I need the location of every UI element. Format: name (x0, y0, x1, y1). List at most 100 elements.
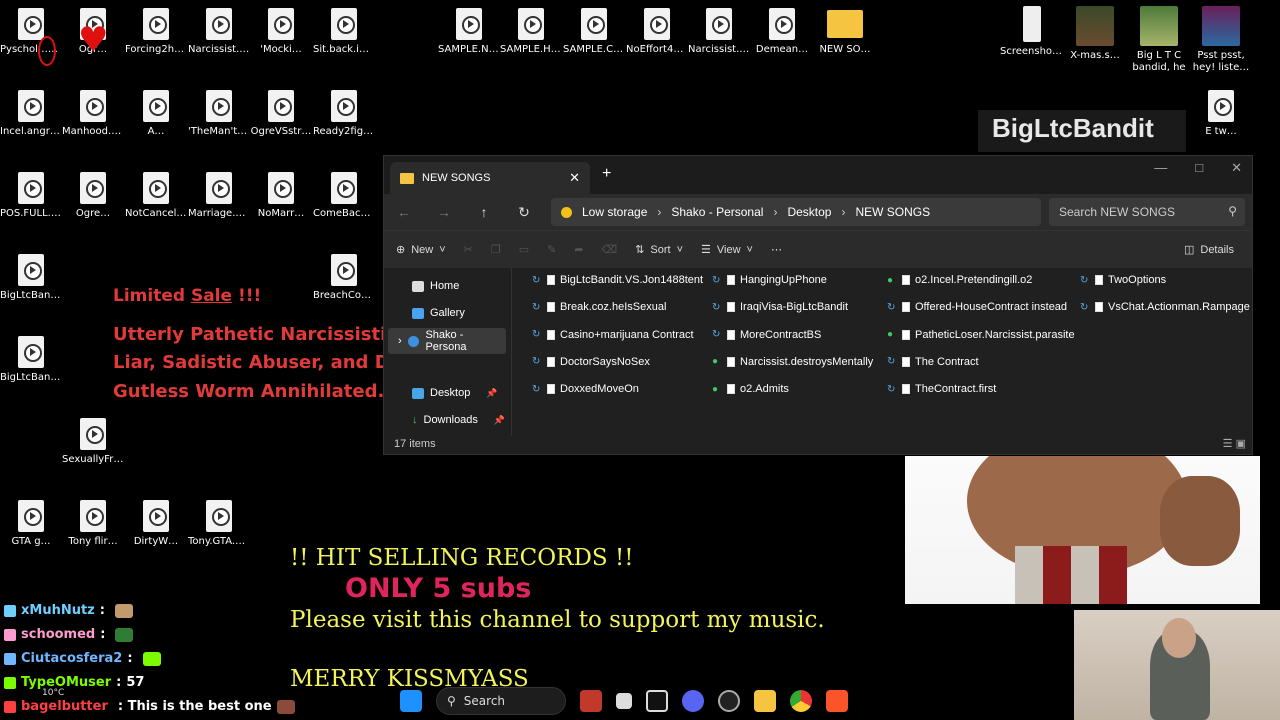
media-file-icon (18, 336, 44, 368)
copy-icon[interactable]: ❐ (491, 243, 501, 256)
desktop-icon[interactable]: NoMarr… (250, 172, 312, 220)
desktop-icon-psst[interactable]: Psst psst, hey! liste… (1190, 6, 1252, 76)
desktop-icon[interactable]: DirtyW… (125, 500, 187, 548)
desktop-icon[interactable]: SAMPLE.Na… (438, 8, 500, 56)
sort-button[interactable]: ⇅ Sort ˅ (635, 243, 683, 257)
desktop-icon[interactable]: POS.FULL.N… (0, 172, 62, 220)
desktop-icon[interactable]: SexuallyFru… (62, 418, 124, 466)
desktop-icon[interactable]: Marriage.N… (188, 172, 250, 220)
view-toggle[interactable]: ☰ ▣ (1223, 437, 1246, 450)
obs-icon[interactable] (718, 690, 740, 712)
file-item[interactable]: ↻ BigLtcBandit.VS.Jon1488tent (532, 274, 703, 286)
desktop-icon[interactable]: Sit.back.idc… (313, 8, 375, 56)
desktop-icon[interactable]: ComeBackl… (313, 172, 375, 220)
paste-icon[interactable]: ▭ (519, 243, 529, 256)
file-item[interactable]: ● Narcissist.destroysMentally (712, 356, 873, 368)
weather-widget[interactable]: 10°C (42, 688, 64, 698)
desktop-icon[interactable]: BigLtcBandi… (0, 336, 62, 384)
back-icon[interactable]: ← (384, 204, 424, 220)
minimize-icon[interactable]: — (1154, 160, 1167, 176)
file-item[interactable]: ↻ Offered-HouseContract instead (887, 301, 1067, 313)
desktop-icon[interactable]: Ogre… (62, 172, 124, 220)
christmas-app-icon[interactable] (580, 690, 602, 712)
file-item[interactable]: ● o2.Admits (712, 383, 789, 395)
desktop-icon[interactable]: Demean… (751, 8, 813, 56)
share-icon[interactable]: ➦ (574, 243, 583, 256)
desktop-icon[interactable]: NotCancelli… (125, 172, 187, 220)
desktop-icon[interactable]: Manhood.H… (62, 90, 124, 138)
refresh-icon[interactable]: ↻ (504, 204, 544, 221)
brave-icon[interactable] (826, 690, 848, 712)
file-item[interactable]: ↻ TwoOptions (1080, 274, 1166, 286)
desktop-icon[interactable]: Narcissist.Fi… (688, 8, 750, 56)
desktop-icon[interactable]: SAMPLE.Hid… (500, 8, 562, 56)
forward-icon[interactable]: → (424, 204, 464, 220)
discord-icon[interactable] (682, 690, 704, 712)
desktop-icon[interactable]: A… (125, 90, 187, 138)
desktop-folder-new-songs[interactable]: NEW SO… (814, 8, 876, 56)
desktop-icon-bigltc[interactable]: Big L T C bandid, he … (1128, 6, 1190, 76)
search-input[interactable]: Search NEW SONGS ⚲ (1049, 198, 1245, 226)
desktop-icon[interactable]: E tw… (1190, 90, 1252, 138)
desktop-icon[interactable]: BigLtcBandi… (0, 254, 62, 302)
capcut-icon[interactable] (646, 690, 668, 712)
desktop-icon[interactable]: 'Mocki… (250, 8, 312, 56)
list-view-icon[interactable]: ☰ (1223, 438, 1233, 450)
file-item[interactable]: ↻ VsChat.Actionman.Rampage (1080, 301, 1250, 313)
desktop-icon[interactable]: BreachCont… (313, 254, 375, 302)
details-button[interactable]: ◫ Details (1184, 243, 1234, 257)
desktop-icon-screenshot[interactable]: Screenshot_… (1000, 6, 1064, 58)
desktop-icon[interactable]: GTA g… (0, 500, 62, 548)
desktop-icon-xmas[interactable]: X-mas.s… (1064, 6, 1126, 62)
nav-item-downloads[interactable]: ↓ Downloads 📌 (412, 414, 505, 426)
media-file-icon (143, 90, 169, 122)
nav-item-onedrive[interactable]: › Shako - Persona (388, 328, 506, 354)
file-explorer-icon[interactable] (754, 690, 776, 712)
up-icon[interactable]: ↑ (464, 204, 504, 220)
cut-icon[interactable]: ✂ (464, 243, 473, 256)
windows-start-icon[interactable] (400, 690, 422, 712)
file-item[interactable]: ↻ MoreContractBS (712, 329, 821, 341)
new-button[interactable]: ⊕ New ˅ (396, 243, 446, 257)
nav-item-home[interactable]: Home (412, 280, 459, 292)
desktop-icon[interactable]: Ready2fight… (313, 90, 375, 138)
more-options-button[interactable]: ⋯ (771, 243, 782, 256)
task-view-icon[interactable] (616, 693, 632, 709)
tiles-view-icon[interactable]: ▣ (1236, 438, 1246, 450)
file-item[interactable]: ↻ DoctorSaysNoSex (532, 356, 650, 368)
rename-icon[interactable]: ✎ (547, 243, 556, 256)
taskbar: ⚲ Search (400, 684, 848, 718)
file-item[interactable]: ↻ DoxxedMoveOn (532, 383, 639, 395)
desktop-icon[interactable]: Narcissist.G… (188, 8, 250, 56)
taskbar-search[interactable]: ⚲ Search (436, 687, 566, 715)
media-file-icon (456, 8, 482, 40)
file-item[interactable]: ↻ Break.coz.heIsSexual (532, 301, 666, 313)
file-item[interactable]: ↻ The Contract (887, 356, 979, 368)
nav-item-gallery[interactable]: Gallery (412, 307, 465, 319)
new-tab-button[interactable]: + (602, 165, 611, 183)
desktop-icon[interactable]: Tony.GTA.1… (188, 500, 250, 548)
view-button[interactable]: ☰ View ˅ (701, 243, 753, 257)
close-window-icon[interactable]: ✕ (1231, 160, 1242, 176)
file-item[interactable]: ↻ Casino+marijuana Contract (532, 329, 694, 341)
desktop-icon[interactable]: Forcing2he… (125, 8, 187, 56)
file-item[interactable]: ● PatheticLoser.Narcissist.parasite (887, 329, 1075, 341)
tab-new-songs[interactable]: NEW SONGS ✕ (390, 162, 590, 194)
close-tab-icon[interactable]: ✕ (569, 170, 580, 186)
file-item[interactable]: ↻ HangingUpPhone (712, 274, 827, 286)
desktop-icon[interactable]: 'TheMan'tal… (188, 90, 250, 138)
file-item[interactable]: ↻ IraqiVisa-BigLtcBandit (712, 301, 848, 313)
maximize-icon[interactable]: □ (1195, 160, 1203, 176)
desktop-icon[interactable]: SAMPLE.Ca… (563, 8, 625, 56)
file-explorer-window[interactable]: NEW SONGS ✕ + — □ ✕ ← → ↑ ↻ Low storage ›… (383, 155, 1253, 455)
desktop-icon[interactable]: OgreVSstr… (250, 90, 312, 138)
file-item[interactable]: ↻ TheContract.first (887, 383, 996, 395)
file-item[interactable]: ● o2.Incel.Pretendingill.o2 (887, 274, 1032, 286)
desktop-icon[interactable]: NoEffort4A… (626, 8, 688, 56)
nav-item-desktop[interactable]: Desktop 📌 (412, 387, 498, 399)
chrome-icon[interactable] (790, 690, 812, 712)
delete-icon[interactable]: ⌫ (602, 243, 618, 256)
desktop-icon[interactable]: Incel.angry… (0, 90, 62, 138)
breadcrumb[interactable]: Low storage › Shako - Personal › Desktop › … (551, 198, 1041, 226)
desktop-icon[interactable]: Tony flir… (62, 500, 124, 548)
